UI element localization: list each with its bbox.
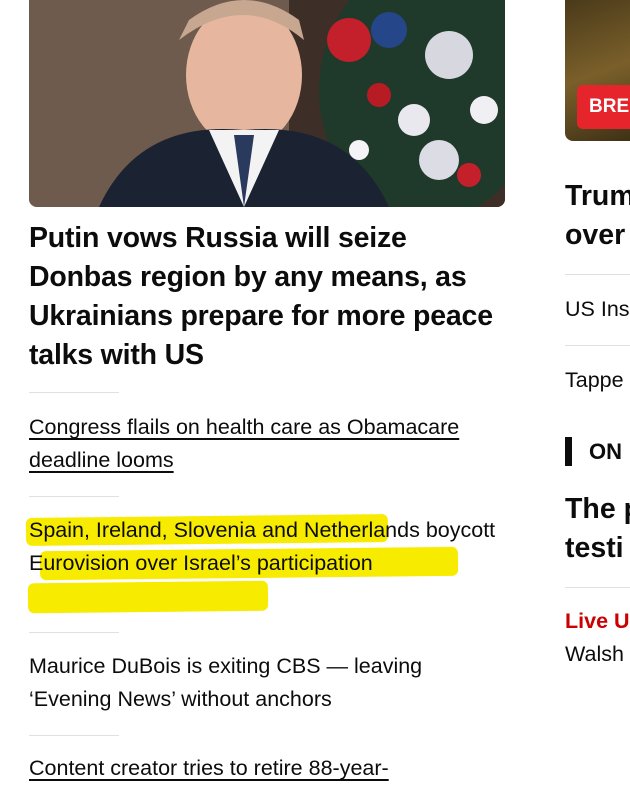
live-label[interactable]: Live U	[565, 606, 630, 636]
story-link[interactable]: Spain, Ireland, Slovenia and Netherlands…	[29, 514, 509, 580]
hero-image[interactable]	[29, 0, 505, 207]
divider	[565, 345, 630, 346]
breaking-badge: BRE	[577, 85, 630, 129]
story-link-text: Congress flails on health care as Obamac…	[29, 415, 460, 472]
divider	[565, 587, 630, 588]
side-headline-line: over	[565, 219, 626, 251]
story-link[interactable]: Content creator tries to retire 88-year-	[29, 752, 509, 785]
side-headline[interactable]: The p testi	[565, 490, 630, 568]
highlight-mark	[27, 580, 269, 614]
lead-headline[interactable]: Putin vows Russia will seize Donbas regi…	[29, 219, 509, 375]
side-headline-line: The p	[565, 493, 630, 525]
side-headline-line: testi	[565, 532, 624, 564]
side-headline-line: Trum	[565, 180, 630, 212]
section-marker	[565, 437, 572, 466]
side-story-link[interactable]: US Ins	[565, 294, 630, 324]
story-link[interactable]: Congress flails on health care as Obamac…	[29, 411, 509, 477]
side-story-link[interactable]: Tappe	[565, 365, 624, 395]
side-story-link[interactable]: Walsh	[565, 639, 624, 669]
section-title: ON	[589, 439, 622, 464]
divider	[29, 392, 119, 393]
divider	[29, 632, 119, 633]
side-headline[interactable]: Trum over	[565, 177, 630, 255]
story-link[interactable]: Maurice DuBois is exiting CBS — leaving …	[29, 650, 509, 716]
story-link-text: Spain, Ireland, Slovenia and Netherlands…	[29, 518, 496, 575]
divider	[565, 274, 630, 275]
divider	[29, 496, 119, 497]
story-link-text: Content creator tries to retire 88-year-	[29, 756, 389, 780]
divider	[29, 735, 119, 736]
story-link-text: Maurice DuBois is exiting CBS — leaving …	[29, 654, 423, 711]
